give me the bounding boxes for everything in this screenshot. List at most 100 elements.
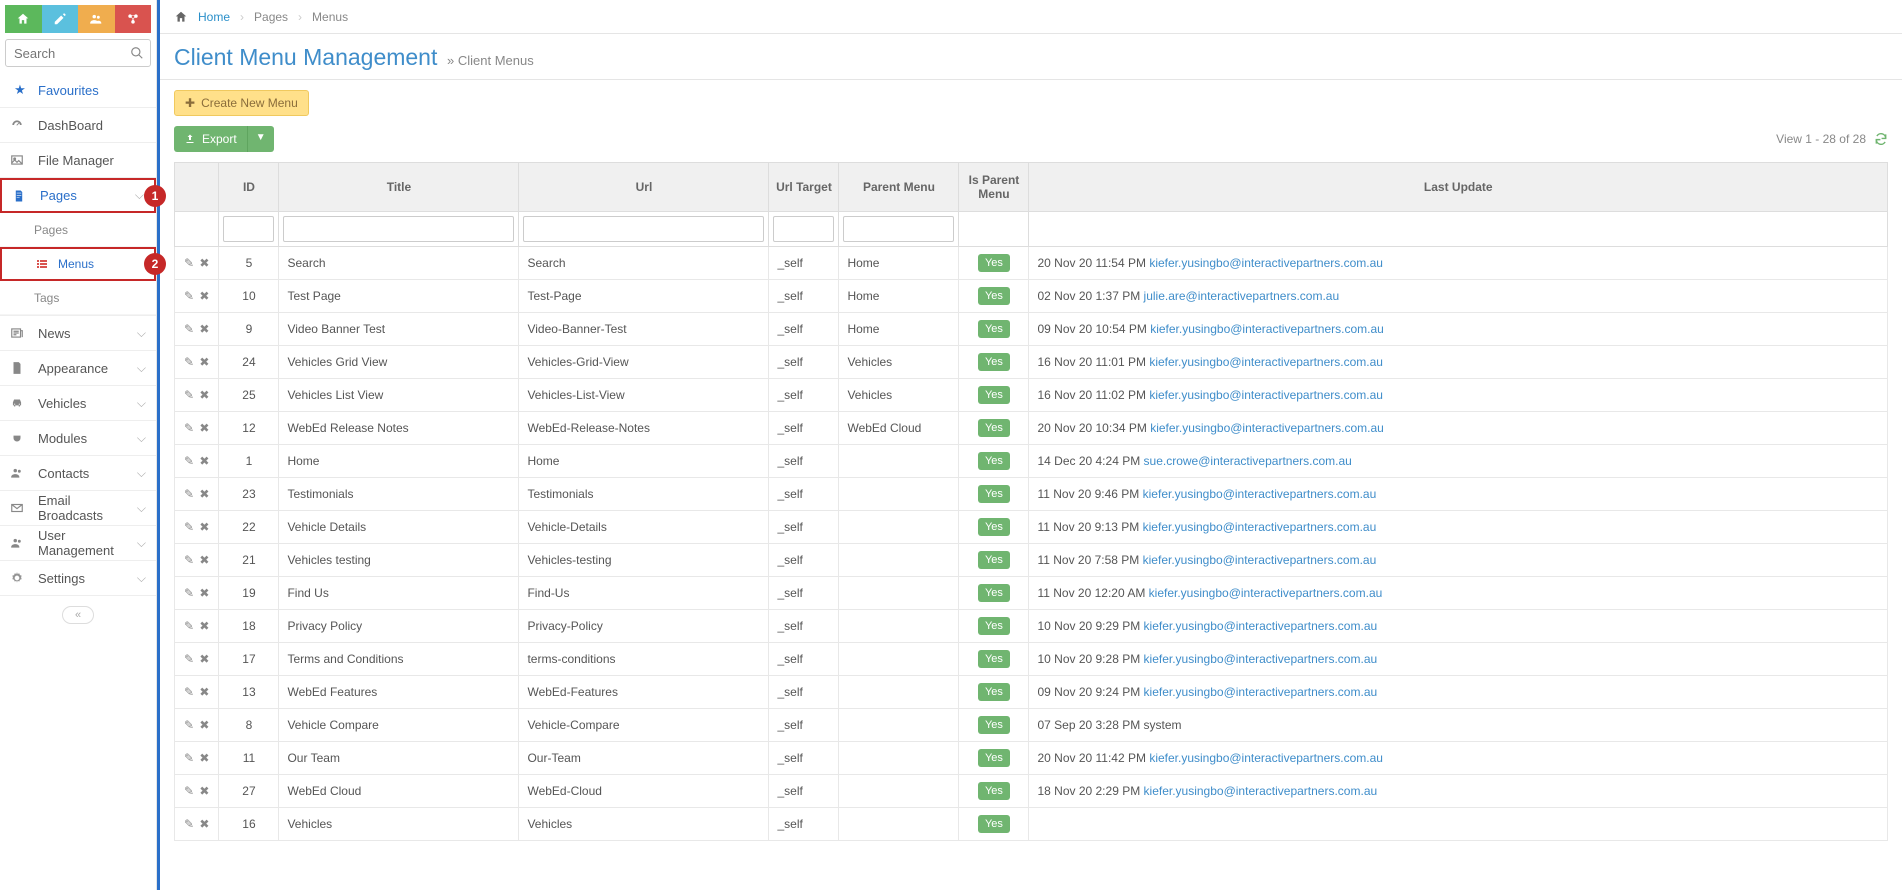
edit-icon[interactable]: ✎ [184,718,194,732]
edit-icon[interactable]: ✎ [184,619,194,633]
delete-icon[interactable]: ✖ [199,421,209,435]
th-url[interactable]: Url [519,163,769,212]
row-actions[interactable]: ✎ ✖ [183,784,210,798]
delete-icon[interactable]: ✖ [199,751,209,765]
user-link[interactable]: kiefer.yusingbo@interactivepartners.com.… [1144,685,1378,699]
create-new-menu-button[interactable]: ✚ Create New Menu [174,90,309,116]
user-link[interactable]: kiefer.yusingbo@interactivepartners.com.… [1143,487,1377,501]
collapse-sidebar-button[interactable]: « [62,606,94,624]
user-link[interactable]: kiefer.yusingbo@interactivepartners.com.… [1143,553,1377,567]
edit-icon[interactable]: ✎ [184,520,194,534]
edit-icon[interactable]: ✎ [184,817,194,831]
delete-icon[interactable]: ✖ [199,388,209,402]
edit-icon[interactable]: ✎ [184,652,194,666]
users-button[interactable] [78,5,115,33]
user-link[interactable]: kiefer.yusingbo@interactivepartners.com.… [1149,256,1383,270]
user-link[interactable]: julie.are@interactivepartners.com.au [1144,289,1340,303]
edit-button[interactable] [42,5,79,33]
home-icon[interactable] [174,10,188,24]
row-actions[interactable]: ✎ ✖ [183,817,210,831]
nav-filemanager[interactable]: File Manager [0,143,156,178]
edit-icon[interactable]: ✎ [184,487,194,501]
row-actions[interactable]: ✎ ✖ [183,454,210,468]
row-actions[interactable]: ✎ ✖ [183,619,210,633]
delete-icon[interactable]: ✖ [199,619,209,633]
filter-url-input[interactable] [523,216,764,242]
row-actions[interactable]: ✎ ✖ [183,553,210,567]
edit-icon[interactable]: ✎ [184,289,194,303]
edit-icon[interactable]: ✎ [184,751,194,765]
breadcrumb-pages[interactable]: Pages [254,10,288,24]
filter-title-input[interactable] [283,216,514,242]
edit-icon[interactable]: ✎ [184,454,194,468]
user-link[interactable]: kiefer.yusingbo@interactivepartners.com.… [1143,520,1377,534]
nav-email[interactable]: Email Broadcasts ⌵ [0,491,156,526]
config-button[interactable] [115,5,152,33]
user-link[interactable]: kiefer.yusingbo@interactivepartners.com.… [1149,751,1383,765]
breadcrumb-home[interactable]: Home [198,10,230,24]
nav-modules[interactable]: Modules ⌵ [0,421,156,456]
nav-sub-tags[interactable]: Tags [0,281,156,315]
edit-icon[interactable]: ✎ [184,685,194,699]
delete-icon[interactable]: ✖ [199,817,209,831]
edit-icon[interactable]: ✎ [184,586,194,600]
row-actions[interactable]: ✎ ✖ [183,289,210,303]
th-title[interactable]: Title [279,163,519,212]
nav-contacts[interactable]: Contacts ⌵ [0,456,156,491]
nav-appearance[interactable]: Appearance ⌵ [0,351,156,386]
export-button[interactable]: Export [174,126,247,152]
nav-favourites[interactable]: ★ Favourites [0,73,156,108]
user-link[interactable]: kiefer.yusingbo@interactivepartners.com.… [1150,322,1384,336]
row-actions[interactable]: ✎ ✖ [183,355,210,369]
th-update[interactable]: Last Update [1029,163,1888,212]
nav-sub-menus[interactable]: Menus 2 [0,247,156,281]
user-link[interactable]: kiefer.yusingbo@interactivepartners.com.… [1149,586,1383,600]
edit-icon[interactable]: ✎ [184,553,194,567]
edit-icon[interactable]: ✎ [184,388,194,402]
refresh-icon[interactable] [1874,132,1888,146]
nav-settings[interactable]: Settings ⌵ [0,561,156,596]
user-link[interactable]: kiefer.yusingbo@interactivepartners.com.… [1149,355,1383,369]
delete-icon[interactable]: ✖ [199,652,209,666]
row-actions[interactable]: ✎ ✖ [183,718,210,732]
row-actions[interactable]: ✎ ✖ [183,256,210,270]
delete-icon[interactable]: ✖ [199,553,209,567]
row-actions[interactable]: ✎ ✖ [183,520,210,534]
delete-icon[interactable]: ✖ [199,520,209,534]
delete-icon[interactable]: ✖ [199,322,209,336]
row-actions[interactable]: ✎ ✖ [183,751,210,765]
nav-pages[interactable]: Pages ⌵ 1 [0,178,156,213]
delete-icon[interactable]: ✖ [199,355,209,369]
edit-icon[interactable]: ✎ [184,784,194,798]
row-actions[interactable]: ✎ ✖ [183,388,210,402]
delete-icon[interactable]: ✖ [199,454,209,468]
nav-news[interactable]: News ⌵ [0,316,156,351]
delete-icon[interactable]: ✖ [199,718,209,732]
row-actions[interactable]: ✎ ✖ [183,421,210,435]
row-actions[interactable]: ✎ ✖ [183,652,210,666]
home-button[interactable] [5,5,42,33]
delete-icon[interactable]: ✖ [199,586,209,600]
delete-icon[interactable]: ✖ [199,685,209,699]
th-isparent[interactable]: Is Parent Menu [959,163,1029,212]
edit-icon[interactable]: ✎ [184,322,194,336]
nav-usermgmt[interactable]: User Management ⌵ [0,526,156,561]
edit-icon[interactable]: ✎ [184,256,194,270]
delete-icon[interactable]: ✖ [199,784,209,798]
th-parent[interactable]: Parent Menu [839,163,959,212]
user-link[interactable]: kiefer.yusingbo@interactivepartners.com.… [1149,388,1383,402]
filter-parent-input[interactable] [843,216,954,242]
user-link[interactable]: kiefer.yusingbo@interactivepartners.com.… [1144,784,1378,798]
th-target[interactable]: Url Target [769,163,839,212]
filter-target-input[interactable] [773,216,834,242]
search-icon[interactable] [130,46,144,60]
row-actions[interactable]: ✎ ✖ [183,487,210,501]
row-actions[interactable]: ✎ ✖ [183,685,210,699]
th-id[interactable]: ID [219,163,279,212]
edit-icon[interactable]: ✎ [184,355,194,369]
row-actions[interactable]: ✎ ✖ [183,322,210,336]
delete-icon[interactable]: ✖ [199,289,209,303]
edit-icon[interactable]: ✎ [184,421,194,435]
user-link[interactable]: kiefer.yusingbo@interactivepartners.com.… [1144,619,1378,633]
nav-vehicles[interactable]: Vehicles ⌵ [0,386,156,421]
